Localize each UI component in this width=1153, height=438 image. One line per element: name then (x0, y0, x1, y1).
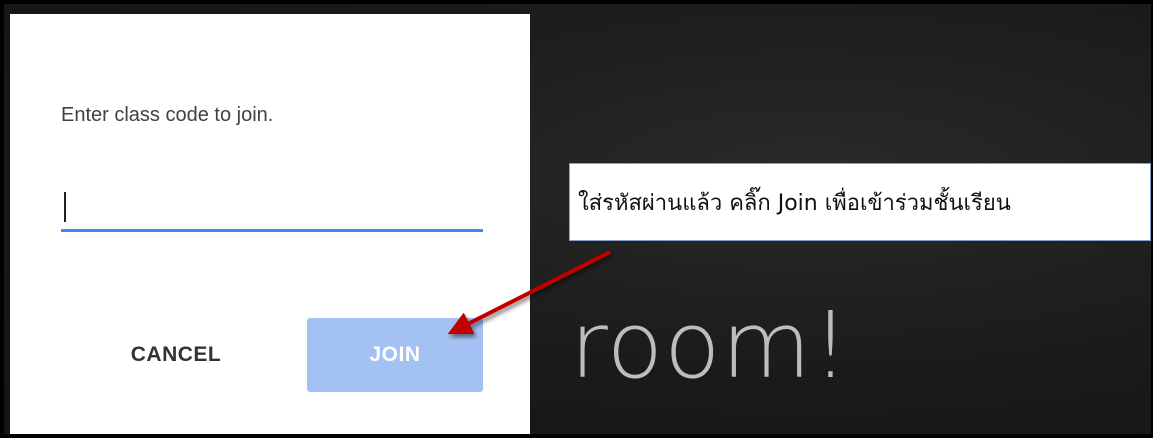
arrow-to-join-button (447, 250, 611, 335)
annotation-arrows (235, 197, 611, 335)
